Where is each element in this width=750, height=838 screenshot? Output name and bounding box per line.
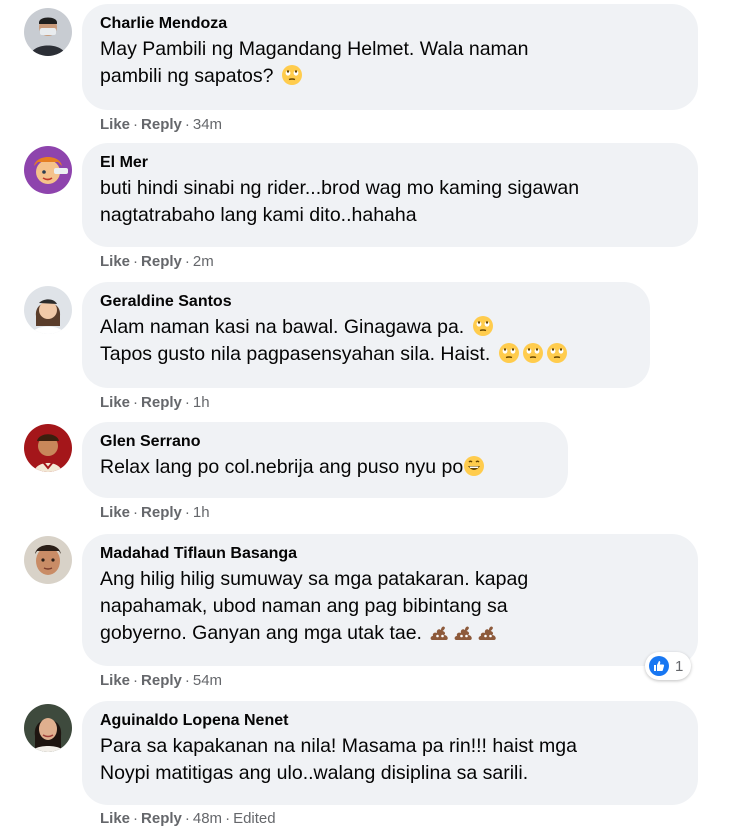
avatar-photo-icon bbox=[24, 536, 72, 584]
separator-dot: · bbox=[133, 116, 139, 133]
comment-timestamp[interactable]: 34m bbox=[193, 116, 222, 133]
comment-text: Para sa kapakanan na nila! Masama pa rin… bbox=[100, 733, 680, 787]
reaction-count[interactable]: 1 bbox=[645, 652, 692, 680]
separator-dot: · bbox=[184, 116, 190, 133]
avatar-photo-icon bbox=[24, 8, 72, 56]
comment-text: May Pambili ng Magandang Helmet. Wala na… bbox=[100, 36, 680, 90]
comment-text-line: May Pambili ng Magandang Helmet. Wala na… bbox=[100, 38, 529, 60]
comment-timestamp[interactable]: 48m bbox=[193, 810, 222, 827]
comment-actions: Like · Reply · 54m bbox=[100, 672, 222, 690]
comment-author[interactable]: Glen Serrano bbox=[100, 432, 550, 452]
comment-text-line: buti hindi sinabi ng rider...brod wag mo… bbox=[100, 177, 580, 199]
avatar-photo-icon bbox=[24, 704, 72, 752]
reply-button[interactable]: Reply bbox=[141, 116, 182, 133]
avatar[interactable] bbox=[24, 286, 72, 334]
reply-button[interactable]: Reply bbox=[141, 253, 182, 270]
like-icon bbox=[649, 656, 669, 676]
separator-dot: · bbox=[133, 253, 139, 270]
comment-text-line: Noypi matitigas ang ulo..walang disiplin… bbox=[100, 762, 529, 784]
comment-text-line: nagtatrabaho lang kami dito..hahaha bbox=[100, 204, 417, 226]
like-button[interactable]: Like bbox=[100, 672, 130, 689]
comment-bubble: Geraldine Santos Alam naman kasi na bawa… bbox=[82, 282, 650, 388]
comment-actions: Like · Reply · 1h bbox=[100, 504, 210, 522]
face-with-rolling-eyes-icon bbox=[546, 343, 567, 363]
comment-actions: Like · Reply · 48m · Edited bbox=[100, 810, 276, 828]
avatar-cartoon-icon bbox=[24, 146, 72, 194]
comment-text-line: pambili ng sapatos? bbox=[100, 65, 274, 87]
avatar[interactable] bbox=[24, 8, 72, 56]
comment-text-line-with-emoji: Tapos gusto nila pagpasensyahan sila. Ha… bbox=[100, 341, 632, 368]
comment-timestamp[interactable]: 54m bbox=[193, 672, 222, 689]
comment-text-line: Tapos gusto nila pagpasensyahan sila. Ha… bbox=[100, 343, 491, 365]
separator-dot: · bbox=[184, 504, 190, 521]
comment-author[interactable]: Charlie Mendoza bbox=[100, 14, 680, 34]
avatar[interactable] bbox=[24, 704, 72, 752]
pile-of-poo-icon bbox=[479, 626, 497, 640]
pile-of-poo-icon bbox=[431, 626, 449, 640]
comment-actions: Like · Reply · 2m bbox=[100, 253, 214, 271]
avatar[interactable] bbox=[24, 424, 72, 472]
reaction-count-value: 1 bbox=[675, 657, 684, 675]
comment-text-line-with-emoji: pambili ng sapatos? bbox=[100, 63, 680, 90]
comment-author[interactable]: Madahad Tiflaun Basanga bbox=[100, 544, 680, 564]
comment-text: Alam naman kasi na bawal. Ginagawa pa. T… bbox=[100, 314, 632, 368]
comment-bubble: El Mer buti hindi sinabi ng rider...brod… bbox=[82, 143, 698, 247]
like-button[interactable]: Like bbox=[100, 504, 130, 521]
comment-text-line-with-emoji: gobyerno. Ganyan ang mga utak tae. bbox=[100, 620, 680, 647]
like-button[interactable]: Like bbox=[100, 394, 130, 411]
separator-dot: · bbox=[184, 672, 190, 689]
comment-bubble: Charlie Mendoza May Pambili ng Magandang… bbox=[82, 4, 698, 110]
comment-author[interactable]: Aguinaldo Lopena Nenet bbox=[100, 711, 680, 731]
separator-dot: · bbox=[184, 394, 190, 411]
edited-label[interactable]: Edited bbox=[233, 810, 276, 827]
comment-timestamp[interactable]: 2m bbox=[193, 253, 214, 270]
separator-dot: · bbox=[133, 810, 139, 827]
face-with-rolling-eyes-icon bbox=[522, 343, 543, 363]
like-button[interactable]: Like bbox=[100, 116, 130, 133]
comment-bubble: Madahad Tiflaun Basanga Ang hilig hilig … bbox=[82, 534, 698, 666]
avatar-illustration-icon bbox=[24, 424, 72, 472]
comment-text-line: Relax lang po col.nebrija ang puso nyu p… bbox=[100, 456, 464, 478]
separator-dot: · bbox=[133, 394, 139, 411]
avatar[interactable] bbox=[24, 146, 72, 194]
face-with-rolling-eyes-icon bbox=[472, 316, 493, 336]
reply-button[interactable]: Reply bbox=[141, 810, 182, 827]
comment-text-line: gobyerno. Ganyan ang mga utak tae. bbox=[100, 622, 422, 644]
reply-button[interactable]: Reply bbox=[141, 672, 182, 689]
comment-bubble: Aguinaldo Lopena Nenet Para sa kapakanan… bbox=[82, 701, 698, 805]
comment-text: Relax lang po col.nebrija ang puso nyu p… bbox=[100, 454, 550, 481]
comment-text-line-with-emoji: Relax lang po col.nebrija ang puso nyu p… bbox=[100, 454, 550, 481]
comment-timestamp[interactable]: 1h bbox=[193, 394, 210, 411]
comment-text: Ang hilig hilig sumuway sa mga patakaran… bbox=[100, 566, 680, 647]
comment-text: buti hindi sinabi ng rider...brod wag mo… bbox=[100, 175, 680, 229]
separator-dot: · bbox=[184, 253, 190, 270]
reply-button[interactable]: Reply bbox=[141, 504, 182, 521]
avatar[interactable] bbox=[24, 536, 72, 584]
comment-text-line: Para sa kapakanan na nila! Masama pa rin… bbox=[100, 735, 577, 757]
pile-of-poo-icon bbox=[455, 626, 473, 640]
comment-text-line: napahamak, ubod naman ang pag bibintang … bbox=[100, 595, 508, 617]
separator-dot: · bbox=[133, 672, 139, 689]
avatar-photo-icon bbox=[24, 286, 72, 334]
face-with-rolling-eyes-icon bbox=[498, 343, 519, 363]
separator-dot: · bbox=[184, 810, 190, 827]
reply-button[interactable]: Reply bbox=[141, 394, 182, 411]
comment-author[interactable]: El Mer bbox=[100, 153, 680, 173]
comment-text-line: Alam naman kasi na bawal. Ginagawa pa. bbox=[100, 316, 465, 338]
comment-author[interactable]: Geraldine Santos bbox=[100, 292, 632, 312]
comment-timestamp[interactable]: 1h bbox=[193, 504, 210, 521]
comment-bubble: Glen Serrano Relax lang po col.nebrija a… bbox=[82, 422, 568, 498]
comment-text-line-with-emoji: Alam naman kasi na bawal. Ginagawa pa. bbox=[100, 314, 632, 341]
like-button[interactable]: Like bbox=[100, 253, 130, 270]
comment-text-line: Ang hilig hilig sumuway sa mga patakaran… bbox=[100, 568, 529, 590]
comment-actions: Like · Reply · 34m bbox=[100, 116, 222, 134]
face-with-rolling-eyes-icon bbox=[281, 65, 302, 85]
comment-actions: Like · Reply · 1h bbox=[100, 394, 210, 412]
grinning-face-icon bbox=[464, 456, 485, 476]
like-button[interactable]: Like bbox=[100, 810, 130, 827]
separator-dot: · bbox=[133, 504, 139, 521]
separator-dot: · bbox=[225, 810, 231, 827]
